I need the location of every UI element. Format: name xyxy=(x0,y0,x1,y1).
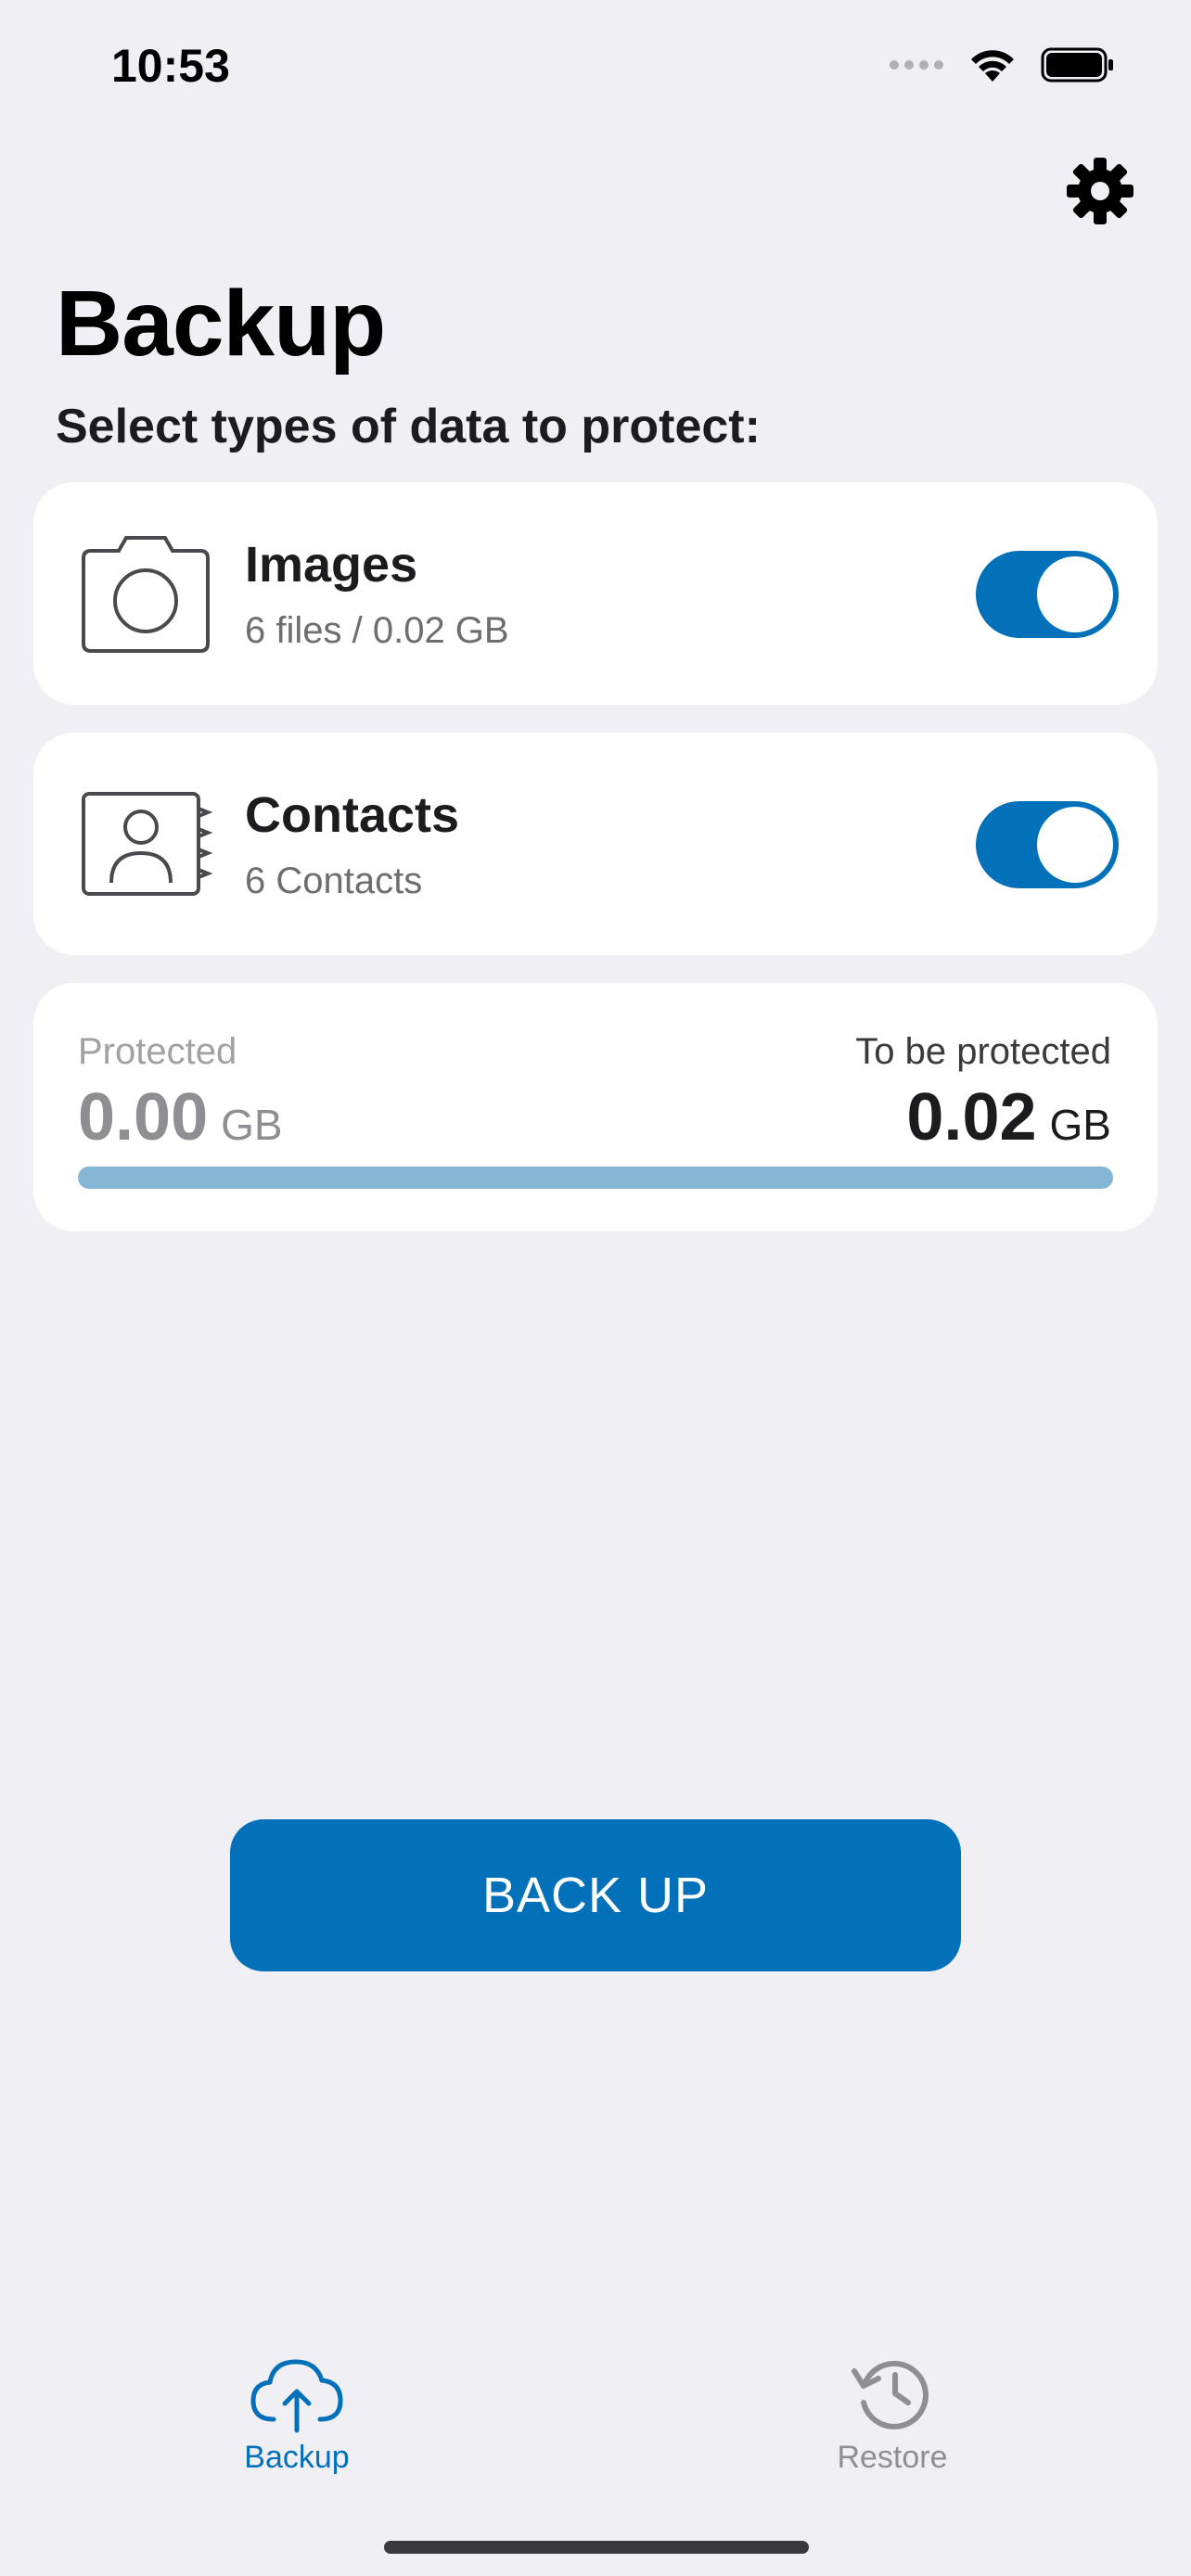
contacts-title: Contacts xyxy=(245,787,460,843)
contact-book-icon xyxy=(82,792,213,896)
protected-amount: 0.00 GB xyxy=(78,1079,283,1155)
protected-label: Protected xyxy=(78,1031,237,1072)
images-title: Images xyxy=(245,537,418,593)
cloud-upload-icon xyxy=(250,2359,343,2433)
wifi-icon xyxy=(971,50,1014,82)
page-subtitle: Select types of data to protect: xyxy=(56,400,761,453)
home-indicator[interactable] xyxy=(384,2541,809,2554)
contacts-toggle[interactable] xyxy=(976,801,1119,888)
to-be-protected-value: 0.02 xyxy=(906,1080,1037,1154)
backup-screen: 10:53 Backup Select types of data to pro… xyxy=(0,0,1191,2576)
tab-backup-label: Backup xyxy=(244,2440,350,2475)
page-title: Backup xyxy=(56,272,386,376)
status-icons xyxy=(889,46,1115,83)
tab-backup[interactable]: Backup xyxy=(186,2351,408,2480)
camera-icon xyxy=(82,536,210,653)
to-be-protected-label: To be protected xyxy=(855,1031,1111,1072)
signal-dots-icon xyxy=(890,60,943,70)
status-time: 10:53 xyxy=(111,40,230,92)
back-up-button[interactable]: BACK UP xyxy=(230,1819,961,1971)
to-be-protected-unit: GB xyxy=(1049,1101,1111,1149)
protected-value: 0.00 xyxy=(78,1080,209,1154)
status-bar: 10:53 xyxy=(0,0,1191,139)
progress-bar xyxy=(78,1167,1113,1189)
tab-restore-label: Restore xyxy=(837,2440,948,2475)
tab-restore[interactable]: Restore xyxy=(781,2351,1004,2480)
toggle-knob xyxy=(1037,556,1113,632)
to-be-protected-amount: 0.02 GB xyxy=(906,1079,1111,1155)
gear-icon xyxy=(1067,158,1133,224)
images-toggle[interactable] xyxy=(976,551,1119,638)
protected-unit: GB xyxy=(221,1101,283,1149)
toggle-knob xyxy=(1037,807,1113,883)
contacts-card[interactable]: Contacts 6 Contacts xyxy=(33,733,1158,955)
settings-button[interactable] xyxy=(1065,156,1135,226)
contacts-subtitle: 6 Contacts xyxy=(245,861,423,901)
images-card[interactable]: Images 6 files / 0.02 GB xyxy=(33,482,1158,705)
history-icon xyxy=(852,2360,928,2429)
protection-progress-card: Protected To be protected 0.00 GB 0.02 GB xyxy=(33,983,1158,1231)
battery-icon xyxy=(1041,47,1113,83)
images-subtitle: 6 files / 0.02 GB xyxy=(245,610,509,651)
